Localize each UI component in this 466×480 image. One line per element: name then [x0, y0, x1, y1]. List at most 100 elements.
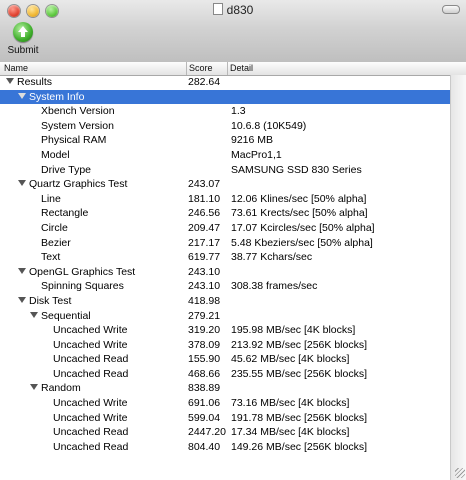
- row-name: System Info: [29, 90, 85, 103]
- row-name-cell: Circle: [41, 221, 68, 236]
- table-row[interactable]: Uncached Write 378.09 213.92 MB/sec [256K …: [0, 338, 450, 353]
- disclosure-triangle-icon[interactable]: [18, 180, 26, 187]
- table-row[interactable]: Circle 209.47 17.07 Kcircles/sec [50% alph…: [0, 221, 450, 236]
- disclosure-triangle-icon[interactable]: [18, 267, 26, 274]
- row-name: Text: [41, 251, 61, 264]
- table-row[interactable]: Uncached Read 804.40 149.26 MB/sec [256K b…: [0, 440, 450, 455]
- column-divider[interactable]: [186, 62, 187, 75]
- row-name: Random: [41, 382, 81, 395]
- row-score: 155.90: [188, 353, 221, 366]
- row-name-cell: Bezier: [41, 236, 71, 251]
- row-name: Uncached Read: [53, 440, 129, 453]
- row-name-cell: Uncached Write: [53, 396, 128, 411]
- row-score: 243.10: [188, 265, 221, 278]
- row-name-cell: Results: [6, 75, 52, 90]
- disclosure-triangle-icon[interactable]: [30, 311, 38, 318]
- row-name: Uncached Write: [53, 411, 128, 424]
- row-score: 246.56: [188, 207, 221, 220]
- table-row[interactable]: OpenGL Graphics Test 243.10: [0, 265, 450, 280]
- table-row[interactable]: Bezier 217.17 5.48 Kbeziers/sec [50% alpha…: [0, 236, 450, 251]
- row-detail: 17.07 Kcircles/sec [50% alpha]: [231, 221, 375, 234]
- column-header-score[interactable]: Score: [189, 63, 213, 73]
- table-row[interactable]: Quartz Graphics Test 243.07: [0, 177, 450, 192]
- row-score: 209.47: [188, 221, 221, 234]
- row-name: Uncached Write: [53, 397, 128, 410]
- table-row[interactable]: Spinning Squares 243.10 308.38 frames/sec: [0, 279, 450, 294]
- row-score: 378.09: [188, 338, 221, 351]
- table-row[interactable]: Line 181.10 12.06 Klines/sec [50% alpha]: [0, 192, 450, 207]
- vertical-scrollbar[interactable]: [450, 75, 466, 480]
- table-row[interactable]: Xbench Version 1.3: [0, 104, 450, 119]
- row-detail: 191.78 MB/sec [256K blocks]: [231, 411, 367, 424]
- table-row[interactable]: Random 838.89: [0, 381, 450, 396]
- row-score: 691.06: [188, 397, 221, 410]
- row-score: 599.04: [188, 411, 221, 424]
- row-detail: 38.77 Kchars/sec: [231, 251, 313, 264]
- row-detail: 308.38 frames/sec: [231, 280, 318, 293]
- row-detail: 149.26 MB/sec [256K blocks]: [231, 440, 367, 453]
- table-row[interactable]: Uncached Write 691.06 73.16 MB/sec [4K blo…: [0, 396, 450, 411]
- table-row[interactable]: Uncached Read 155.90 45.62 MB/sec [4K bloc…: [0, 352, 450, 367]
- table-row[interactable]: Uncached Read 468.66 235.55 MB/sec [256K b…: [0, 367, 450, 382]
- row-name: Uncached Read: [53, 426, 129, 439]
- row-score: 804.40: [188, 440, 221, 453]
- row-name: Bezier: [41, 236, 71, 249]
- disclosure-triangle-icon[interactable]: [6, 78, 14, 84]
- disclosure-triangle-icon[interactable]: [18, 296, 26, 303]
- resize-grip-icon[interactable]: [455, 468, 465, 478]
- table-row[interactable]: Text 619.77 38.77 Kchars/sec: [0, 250, 450, 265]
- row-detail: 10.6.8 (10K549): [231, 119, 307, 132]
- table-row[interactable]: Model MacPro1,1: [0, 148, 450, 163]
- table-row[interactable]: Sequential 279.21: [0, 309, 450, 324]
- table-row[interactable]: Physical RAM 9216 MB: [0, 133, 450, 148]
- row-name: Line: [41, 192, 61, 205]
- row-name: OpenGL Graphics Test: [29, 265, 136, 278]
- table-header: Name Score Detail: [0, 62, 466, 76]
- row-name-cell: Quartz Graphics Test: [18, 177, 127, 192]
- row-detail: 5.48 Kbeziers/sec [50% alpha]: [231, 236, 373, 249]
- table-row[interactable]: Rectangle 246.56 73.61 Krects/sec [50% alp…: [0, 206, 450, 221]
- row-name-cell: System Info: [18, 90, 84, 105]
- row-name-cell: Rectangle: [41, 206, 88, 221]
- row-name-cell: Uncached Write: [53, 323, 128, 338]
- table-row[interactable]: Uncached Read 2447.20 17.34 MB/sec [4K blo…: [0, 425, 450, 440]
- table-row[interactable]: System Info: [0, 89, 450, 105]
- column-header-detail[interactable]: Detail: [230, 63, 253, 73]
- upload-arrow-icon: [13, 22, 33, 42]
- column-header-name[interactable]: Name: [4, 63, 28, 73]
- submit-button[interactable]: Submit: [6, 22, 40, 60]
- row-name-cell: Uncached Write: [53, 411, 128, 426]
- row-name: Results: [17, 76, 53, 88]
- row-score: 243.10: [188, 280, 221, 293]
- disclosure-triangle-icon[interactable]: [30, 384, 38, 391]
- row-score: 619.77: [188, 251, 221, 264]
- row-score: 181.10: [188, 192, 221, 205]
- document-icon: [212, 3, 223, 15]
- row-detail: 195.98 MB/sec [4K blocks]: [231, 324, 356, 337]
- window-title: d830: [226, 3, 254, 17]
- row-name-cell: Spinning Squares: [41, 279, 124, 294]
- row-name-cell: Uncached Read: [53, 425, 128, 440]
- row-name-cell: Disk Test: [18, 294, 71, 309]
- row-name: Uncached Write: [53, 338, 128, 351]
- table-row[interactable]: Results 282.64: [0, 75, 450, 90]
- row-detail: 9216 MB: [231, 134, 274, 147]
- row-name: System Version: [41, 119, 114, 132]
- table-row[interactable]: Uncached Write 319.20 195.98 MB/sec [4K bl…: [0, 323, 450, 338]
- row-score: 838.89: [188, 382, 221, 395]
- row-name: Quartz Graphics Test: [29, 178, 128, 191]
- table-row[interactable]: Disk Test 418.98: [0, 294, 450, 309]
- toolbar-toggle-button[interactable]: [442, 5, 460, 14]
- column-divider[interactable]: [227, 62, 228, 75]
- table-row[interactable]: Uncached Write 599.04 191.78 MB/sec [256K …: [0, 411, 450, 426]
- row-score: 2447.20: [188, 426, 226, 439]
- table-row[interactable]: System Version 10.6.8 (10K549): [0, 119, 450, 134]
- row-name-cell: Uncached Read: [53, 367, 128, 382]
- disclosure-triangle-icon[interactable]: [18, 92, 26, 99]
- row-name-cell: Drive Type: [41, 163, 91, 178]
- row-name-cell: Sequential: [30, 309, 91, 324]
- row-detail: 12.06 Klines/sec [50% alpha]: [231, 192, 367, 205]
- table-row[interactable]: Drive Type SAMSUNG SSD 830 Series: [0, 163, 450, 178]
- row-score: 418.98: [188, 294, 221, 307]
- row-score: 243.07: [188, 178, 221, 191]
